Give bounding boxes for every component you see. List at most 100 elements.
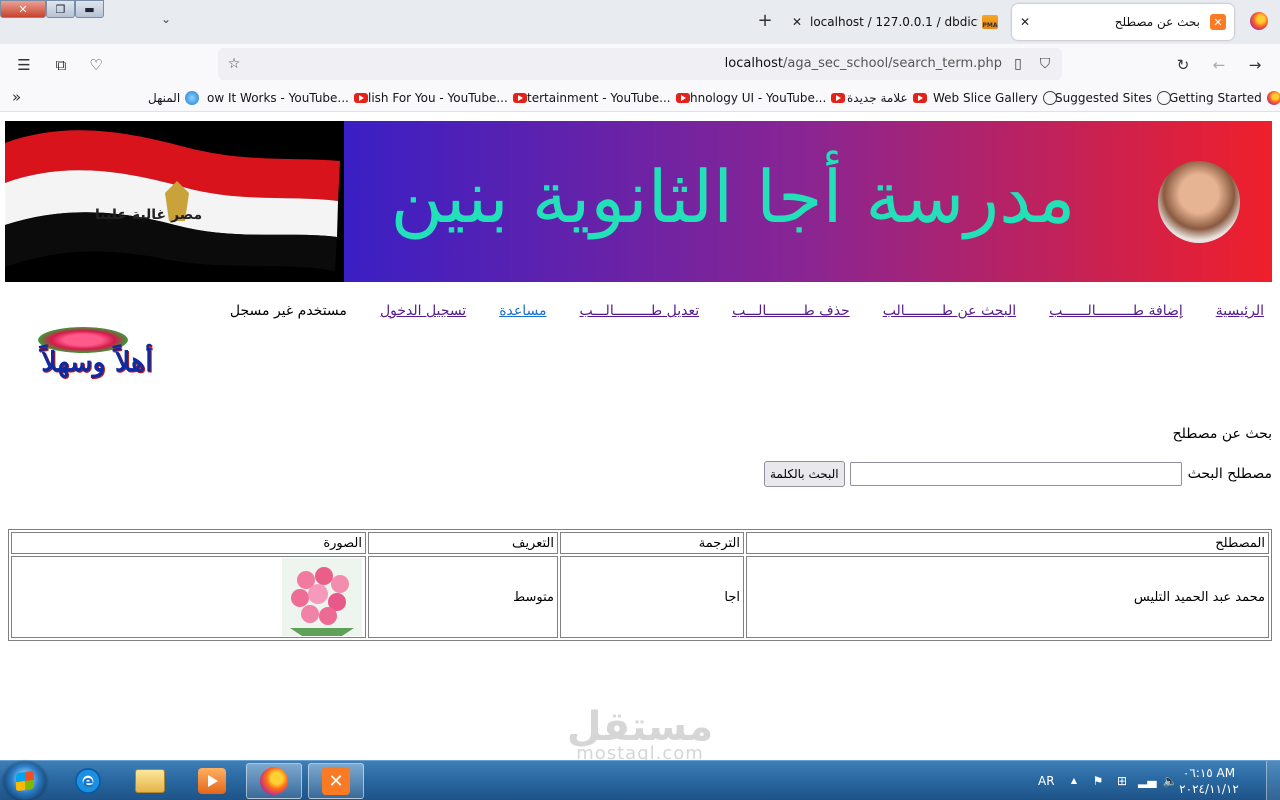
tab-phpmyadmin[interactable]: ✕ localhost / 127.0.0.1 / dbdiction PMA [784,4,1006,40]
bookmark-manhal[interactable]: المنهل [148,90,200,106]
folder-icon [135,769,165,793]
taskbar: e ✕ AR ▲ ⚑ ⊞ ▂▄ 🔈 ٠٦:١٥ AM ٢٠٢٤/١١/١٢ [0,760,1280,800]
window-close-button[interactable]: ✕ [0,0,46,18]
nav-login-link[interactable]: تسجيل الدخول [380,303,466,319]
url-text[interactable]: localhost/aga_sec_school/search_term.php [218,56,1002,71]
firefox-icon [1266,91,1280,105]
tab-search-term[interactable]: ✕ بحث عن مصطلح ✕ [1012,4,1234,40]
window-minimize-button[interactable]: ▬ [75,0,104,18]
globe-icon [1042,91,1057,105]
taskbar-ie-button[interactable]: e [60,763,116,799]
welcome-image: أهلاً وسهلاً [8,325,186,389]
avatar [1158,161,1240,243]
table-header-row: المصطلح الترجمة التعريف الصورة [11,532,1269,554]
tab-title: بحث عن مصطلح [1114,15,1200,29]
tab-list-chevron-icon[interactable]: ⌄ [156,12,176,32]
egypt-flag-icon: مصر غالية علينا [5,121,344,282]
bookmark-label: lish For You - YouTube... [368,91,508,105]
tab-strip: ✕ ❐ ▬ ⌄ + ✕ localhost / 127.0.0.1 / dbdi… [0,0,1280,44]
start-button[interactable] [4,762,46,800]
clock-date: ٢٠٢٤/١١/١٢ [1179,782,1239,796]
nav-delete-student-link[interactable]: حذف طـــــــــالـــب [732,303,850,319]
watermark-arabic: مستقل [566,704,714,750]
tray-expand-icon[interactable]: ▲ [1066,773,1082,789]
bookmark-getting-started[interactable]: Getting Started [1169,90,1280,106]
taskbar-xampp-button[interactable]: ✕ [308,763,364,799]
nav-help-link[interactable]: مساعدة [499,303,546,319]
bookmark-new[interactable]: علامة جديدة [847,90,927,106]
bookmark-label: المنهل [148,91,181,105]
search-input[interactable] [849,462,1182,486]
youtube-icon [353,93,368,103]
nav-toolbar: ☰ ⧉ ♡ ☆ localhost/aga_sec_school/search_… [0,44,1280,84]
bookmark-label: ow It Works - YouTube... [207,91,349,105]
bookmark-web-slice-gallery[interactable]: Web Slice Gallery [933,90,1057,106]
nav-edit-student-link[interactable]: تعديل طـــــــــالـــب [580,303,700,319]
search-label: مصطلح البحث [1187,466,1272,482]
bookmark-youtube-entertainment[interactable]: tertainment - YouTube... [527,90,690,106]
nav-add-student-link[interactable]: إضافة طـــــــــالــــــب [1049,303,1183,319]
tab-close-icon[interactable]: ✕ [784,15,810,29]
results-table: المصطلح الترجمة التعريف الصورة محمد عبد … [8,529,1272,641]
guest-user-label: مستخدم غير مسجل [229,303,347,319]
extensions-icon[interactable]: ⧉ [50,54,72,76]
bookmark-suggested-sites[interactable]: Suggested Sites [1055,90,1171,106]
address-bar[interactable]: ☆ localhost/aga_sec_school/search_term.p… [218,48,1062,80]
window-restore-button[interactable]: ❐ [46,0,75,18]
youtube-icon [675,93,690,103]
bookmarks-toolbar: » Getting Started Suggested Sites Web Sl… [0,84,1280,112]
nav-home-link[interactable]: الرئيسية [1216,303,1264,319]
action-center-icon[interactable]: ⚑ [1090,773,1106,789]
bookmarks-overflow-icon[interactable]: » [12,88,30,106]
youtube-icon [512,93,527,103]
globe-icon [1156,91,1171,105]
tab-close-icon[interactable]: ✕ [1012,15,1038,29]
reload-icon[interactable]: ↻ [1172,54,1194,76]
bookmark-youtube-how-it-works[interactable]: ow It Works - YouTube... [207,90,368,106]
page-info-icon[interactable]: ▯ [1007,53,1029,75]
bookmark-youtube-tech-ui[interactable]: hnology UI - YouTube... [690,90,846,106]
taskbar-firefox-button[interactable] [246,763,302,799]
pocket-icon[interactable]: ♡ [85,54,107,76]
cell-image [11,556,366,638]
bookmark-label: Getting Started [1169,91,1262,105]
welcome-text: أهلاً وسهلاً [41,347,153,378]
youtube-icon [912,93,927,103]
new-tab-button[interactable]: + [754,10,776,32]
manhal-icon [185,91,200,105]
page-title: مدرسة أجا الثانوية بنين [390,155,1076,239]
signal-icon[interactable]: ▂▄ [1138,773,1156,789]
window-controls: ✕ ❐ ▬ [0,0,104,18]
flag-text: مصر غالية علينا [95,207,202,223]
bookmark-youtube-english[interactable]: lish For You - YouTube... [368,90,527,106]
network-device-icon[interactable]: ⊞ [1114,773,1130,789]
taskbar-media-button[interactable] [184,763,240,799]
page-content: مصر غالية علينا مدرسة أجا الثانوية بنين … [0,113,1280,760]
tracking-shield-icon[interactable]: ⛉ [1034,53,1056,75]
search-form: مصطلح البحث البحث بالكلمة [764,461,1272,487]
youtube-icon [831,93,846,103]
show-desktop-button[interactable] [1266,761,1280,800]
language-indicator[interactable]: AR [1038,761,1055,800]
xampp-icon: ✕ [322,767,350,795]
bookmark-label: علامة جديدة [847,91,908,105]
column-header-term: المصطلح [746,532,1269,554]
search-button[interactable]: البحث بالكلمة [764,461,845,487]
tab-title: localhost / 127.0.0.1 / dbdiction [810,15,978,29]
back-arrow-icon[interactable]: → [1244,54,1266,76]
flowers-image [282,558,362,636]
cell-definition: متوسط [368,556,558,638]
firefox-icon [260,767,288,795]
watermark-english: mostaql.com [576,743,704,761]
taskbar-explorer-button[interactable] [122,763,178,799]
firefox-menu-icon[interactable] [1250,12,1268,30]
forward-arrow-icon[interactable]: ← [1208,54,1230,76]
bookmark-label: tertainment - YouTube... [527,91,671,105]
cell-translation: اجا [560,556,744,638]
app-menu-icon[interactable]: ☰ [13,54,35,76]
bookmark-label: Suggested Sites [1055,91,1152,105]
clock[interactable]: ٠٦:١٥ AM ٢٠٢٤/١١/١٢ [1164,765,1254,797]
internet-explorer-icon: e [75,768,101,794]
bookmark-label: Web Slice Gallery [933,91,1038,105]
nav-search-student-link[interactable]: البحث عن طـــــــــالب [883,303,1016,319]
